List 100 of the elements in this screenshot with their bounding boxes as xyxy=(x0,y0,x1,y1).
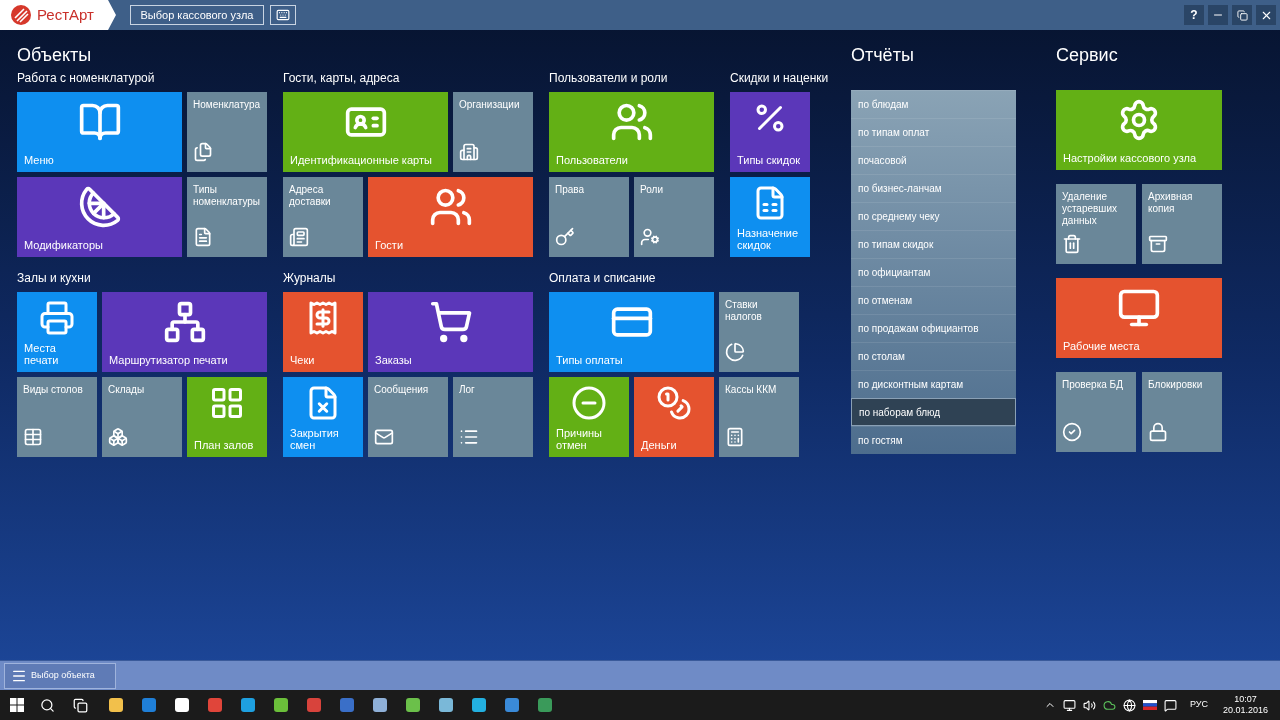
report-item[interactable]: по столам xyxy=(851,342,1016,370)
minimize-button[interactable] xyxy=(1208,5,1228,25)
tile-label: Лог xyxy=(459,384,475,396)
tile-label: Ставки налогов xyxy=(725,299,763,323)
tile[interactable]: Рабочие места xyxy=(1056,278,1222,358)
tile[interactable]: Склады xyxy=(102,377,182,457)
report-item[interactable]: по наборам блюд xyxy=(851,398,1016,426)
tile[interactable]: Блокировки xyxy=(1142,372,1222,452)
cart-icon xyxy=(428,300,473,344)
tile[interactable]: Номенклатура xyxy=(187,92,267,172)
close-button[interactable] xyxy=(1256,5,1276,25)
restore-button[interactable] xyxy=(1232,5,1252,25)
tile[interactable]: Типы скидок xyxy=(730,92,810,172)
tile[interactable]: Гости xyxy=(368,177,533,257)
app-icon[interactable] xyxy=(108,697,124,713)
tile[interactable]: План залов xyxy=(187,377,267,457)
tile[interactable]: Архивная копия xyxy=(1142,184,1222,264)
check-icon xyxy=(1062,422,1082,442)
tile-label: Заказы xyxy=(375,354,412,366)
app-icon[interactable] xyxy=(438,697,454,713)
tile[interactable]: Виды столов xyxy=(17,377,97,457)
app-icon[interactable] xyxy=(405,697,421,713)
tile-label: Маршрутизатор печати xyxy=(109,354,228,366)
register-icon xyxy=(725,427,745,447)
tile-label: Архивная копия xyxy=(1148,191,1194,215)
tile[interactable]: Места печати xyxy=(17,292,97,372)
tile[interactable]: Закрытия смен xyxy=(283,377,363,457)
report-item[interactable]: по гостям xyxy=(851,426,1016,454)
report-item[interactable]: по отменам xyxy=(851,286,1016,314)
tile-label: Организации xyxy=(459,99,520,111)
tile[interactable]: Маршрутизатор печати xyxy=(102,292,267,372)
tile[interactable]: Назначение скидок xyxy=(730,177,810,257)
app-icon[interactable] xyxy=(273,697,289,713)
group-title: Залы и кухни xyxy=(17,270,92,286)
tile[interactable]: Модификаторы xyxy=(17,177,182,257)
tile-label: Адреса доставки xyxy=(289,184,332,208)
report-item[interactable]: почасовой xyxy=(851,146,1016,174)
node-select-button[interactable]: Выбор кассового узла xyxy=(130,5,264,25)
table-icon xyxy=(23,427,43,447)
flag-icon[interactable] xyxy=(1142,700,1157,710)
keyboard-button[interactable] xyxy=(270,5,296,25)
tile[interactable]: Деньги xyxy=(634,377,714,457)
pie-icon xyxy=(725,342,745,362)
coins-icon xyxy=(656,385,692,421)
tile[interactable]: Идентификационные карты xyxy=(283,92,448,172)
tile-label: Места печати xyxy=(24,342,60,366)
app-icon[interactable] xyxy=(372,697,388,713)
report-item[interactable]: по официантам xyxy=(851,258,1016,286)
tile[interactable]: Сообщения xyxy=(368,377,448,457)
tile[interactable]: Типы номенклатуры xyxy=(187,177,267,257)
tile[interactable]: Кассы ККМ xyxy=(719,377,799,457)
tile[interactable]: Пользователи xyxy=(549,92,714,172)
tile-label: Деньги xyxy=(641,439,677,451)
tile-label: Меню xyxy=(24,154,54,166)
clock-time: 10:07 xyxy=(1234,694,1257,705)
globe-icon[interactable] xyxy=(1122,698,1136,712)
report-item[interactable]: по продажам официантов xyxy=(851,314,1016,342)
trash-icon xyxy=(1062,234,1082,254)
section-title: Объекты xyxy=(17,44,93,67)
tile[interactable]: Адреса доставки xyxy=(283,177,363,257)
hierarchy-icon xyxy=(162,300,207,344)
search-icon[interactable] xyxy=(40,697,55,713)
tile[interactable]: Причины отмен xyxy=(549,377,629,457)
notifications-icon[interactable] xyxy=(1163,698,1177,712)
tile[interactable]: Ставки налогов xyxy=(719,292,799,372)
app-icon[interactable] xyxy=(240,697,256,713)
user-icon xyxy=(640,227,660,247)
tile[interactable]: Типы оплаты xyxy=(549,292,714,372)
report-item[interactable]: по среднему чеку xyxy=(851,202,1016,230)
report-item[interactable]: по типам скидок xyxy=(851,230,1016,258)
tile[interactable]: Заказы xyxy=(368,292,533,372)
volume-icon[interactable] xyxy=(1082,698,1096,712)
tile[interactable]: Организации xyxy=(453,92,533,172)
report-item[interactable]: по блюдам xyxy=(851,90,1016,118)
task-view-icon[interactable] xyxy=(73,697,88,713)
tile[interactable]: Меню xyxy=(17,92,182,172)
section-title: Сервис xyxy=(1056,44,1119,67)
tile-label: Причины отмен xyxy=(556,427,604,451)
tile[interactable]: Лог xyxy=(453,377,533,457)
language-indicator[interactable]: РУС xyxy=(1189,698,1208,712)
windows-logo-icon[interactable] xyxy=(10,698,24,712)
tile-label: Удаление устаревших данных xyxy=(1062,191,1118,227)
tile[interactable]: Права xyxy=(549,177,629,257)
report-item[interactable]: по типам оплат xyxy=(851,118,1016,146)
network-icon[interactable] xyxy=(1062,698,1076,712)
tile[interactable]: Настройки кассового узла xyxy=(1056,90,1222,170)
cloud-icon[interactable] xyxy=(1102,698,1116,712)
object-select-button[interactable]: Выбор объекта xyxy=(4,662,116,689)
key-icon xyxy=(555,227,575,247)
app-icon[interactable] xyxy=(471,697,487,713)
tile[interactable]: Роли xyxy=(634,177,714,257)
tile[interactable]: Проверка БД xyxy=(1056,372,1136,452)
app-icon[interactable] xyxy=(174,697,190,713)
report-item[interactable]: по бизнес-ланчам xyxy=(851,174,1016,202)
tile[interactable]: Чеки xyxy=(283,292,363,372)
lock-icon xyxy=(1148,422,1168,442)
group-title: Скидки и наценки xyxy=(730,70,829,86)
tile-label: Роли xyxy=(640,184,663,196)
help-button[interactable]: ? xyxy=(1184,5,1204,25)
tile[interactable]: Удаление устаревших данных xyxy=(1056,184,1136,264)
